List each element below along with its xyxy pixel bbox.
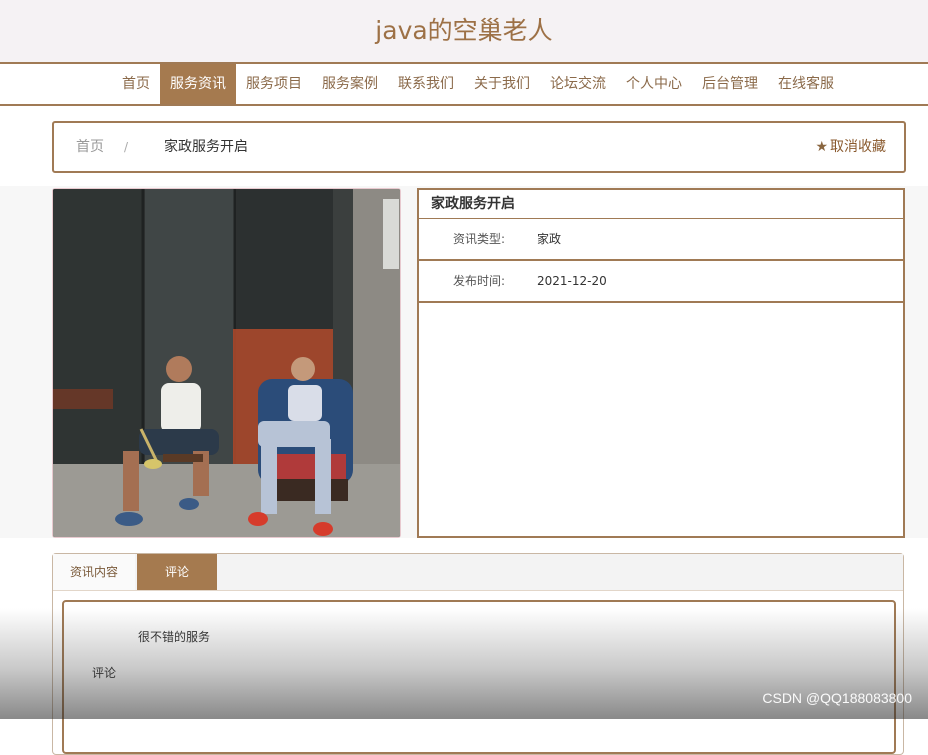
nav-list: 首页 服务资讯 服务项目 服务案例 联系我们 关于我们 论坛交流 个人中心 后台… xyxy=(112,64,844,104)
article-title: 家政服务开启 xyxy=(419,190,903,219)
comment-input-text: 很不错的服务 xyxy=(138,630,211,644)
breadcrumb: 首页 / 家政服务开启 ★ 取消收藏 xyxy=(52,121,906,173)
site-header: java的空巢老人 xyxy=(0,0,928,63)
site-title: java的空巢老人 xyxy=(375,16,553,45)
nav-item-service-cases[interactable]: 服务案例 xyxy=(312,64,388,104)
info-row-type: 资讯类型: 家政 xyxy=(419,219,903,261)
watermark: CSDN @QQ188083800 xyxy=(762,690,912,706)
article-info-panel: 家政服务开启 资讯类型: 家政 发布时间: 2021-12-20 xyxy=(417,188,905,538)
nav-item-contact[interactable]: 联系我们 xyxy=(388,64,464,104)
nav-item-admin[interactable]: 后台管理 xyxy=(692,64,768,104)
unfavorite-label: 取消收藏 xyxy=(830,139,886,155)
date-label: 发布时间: xyxy=(453,274,506,288)
info-row-date: 发布时间: 2021-12-20 xyxy=(419,261,903,303)
nav-item-service-news[interactable]: 服务资讯 xyxy=(160,64,236,104)
breadcrumb-current: 家政服务开启 xyxy=(164,139,248,155)
type-value: 家政 xyxy=(537,232,562,246)
nav-item-service-projects[interactable]: 服务项目 xyxy=(236,64,312,104)
date-value: 2021-12-20 xyxy=(537,274,607,288)
nav-item-online-service[interactable]: 在线客服 xyxy=(768,64,844,104)
unfavorite-button[interactable]: ★ 取消收藏 xyxy=(815,123,886,171)
breadcrumb-home-link[interactable]: 首页 xyxy=(76,123,104,171)
nav-item-home[interactable]: 首页 xyxy=(112,64,160,104)
nav-item-forum[interactable]: 论坛交流 xyxy=(540,64,616,104)
comment-label: 评论 xyxy=(92,666,117,680)
comment-textarea[interactable]: 很不错的服务 评论 xyxy=(62,600,896,754)
article-image xyxy=(52,188,401,538)
type-label: 资讯类型: xyxy=(453,232,506,246)
tabs-panel: 资讯内容 评论 很不错的服务 评论 xyxy=(52,553,904,755)
tab-bar: 资讯内容 评论 xyxy=(53,554,903,591)
tab-article-content[interactable]: 资讯内容 xyxy=(53,554,135,590)
tab-comments[interactable]: 评论 xyxy=(137,554,217,590)
nav-item-about[interactable]: 关于我们 xyxy=(464,64,540,104)
star-icon: ★ xyxy=(815,139,828,155)
breadcrumb-separator: / xyxy=(124,140,129,154)
nav-item-profile[interactable]: 个人中心 xyxy=(616,64,692,104)
main-nav: 首页 服务资讯 服务项目 服务案例 联系我们 关于我们 论坛交流 个人中心 后台… xyxy=(0,62,928,106)
